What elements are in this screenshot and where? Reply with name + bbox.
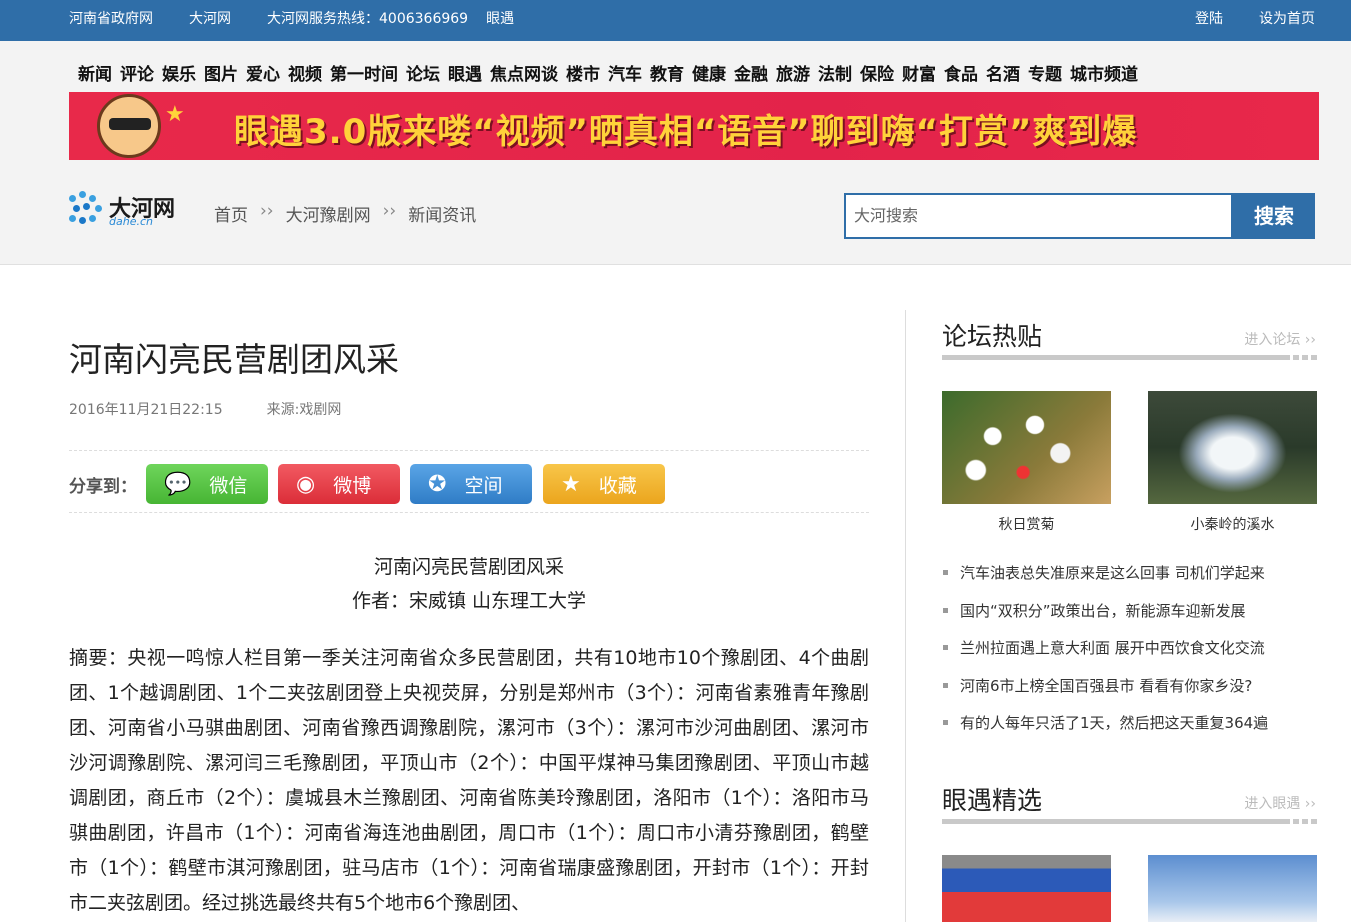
nav-item[interactable]: 娱乐 <box>162 60 196 85</box>
thumb-autumn-chrysanthemum[interactable] <box>942 391 1111 504</box>
yanyu-more-link[interactable]: 进入眼遇 ›› <box>1244 793 1316 813</box>
nav-item[interactable]: 保险 <box>860 60 894 85</box>
main-nav: 新闻 评论 娱乐 图片 爱心 视频 第一时间 论坛 眼遇 焦点网谈 楼市 汽车 教育 健康 金融 旅游 法制 保险… <box>78 60 1146 85</box>
breadcrumb-news[interactable]: 新闻资讯 <box>408 201 476 226</box>
list-item[interactable]: 汽车油表总失准原来是这么回事 司机们学起来 <box>942 560 1318 598</box>
nav-item[interactable]: 眼遇 <box>448 60 482 85</box>
thumb-yanyu-sky[interactable] <box>1148 855 1317 922</box>
nav-item[interactable]: 法制 <box>818 60 852 85</box>
list-item[interactable]: 有的人每年只活了1天，然后把这天重复364遍 <box>942 710 1318 748</box>
share-bar: 分享到： 💬 微信 ◉ 微博 ✪ 空间 ★ 收藏 <box>69 450 869 513</box>
share-qzone-button[interactable]: ✪ 空间 <box>410 464 532 504</box>
yanyu-more-label: 进入眼遇 <box>1244 796 1301 812</box>
search-box: 大河搜索 搜索 <box>844 193 1315 239</box>
yanyu-divider <box>942 819 1318 824</box>
star-icon: ★ <box>165 102 185 127</box>
link-dahe[interactable]: 大河网 <box>189 8 231 28</box>
forum-section-title: 论坛热贴 <box>942 322 1043 351</box>
thumb-yanyu-people[interactable] <box>942 855 1111 922</box>
nav-item[interactable]: 金融 <box>734 60 768 85</box>
dahe-logo-icon <box>69 191 105 229</box>
weibo-icon: ◉ <box>296 471 316 497</box>
sidebar: 论坛热贴 进入论坛 ›› 秋日赏菊 小秦岭的溪水 汽车油表总失准原来是这么回事 … <box>942 300 1318 922</box>
nav-item[interactable]: 专题 <box>1028 60 1062 85</box>
top-bar: 河南省政府网 大河网 大河网服务热线：4006366969 眼遇 登陆 设为首页 <box>0 0 1351 41</box>
login-link[interactable]: 登陆 <box>1195 8 1223 28</box>
nav-item[interactable]: 焦点网谈 <box>490 60 558 85</box>
nav-item[interactable]: 教育 <box>650 60 684 85</box>
share-label: 分享到： <box>69 477 137 497</box>
star-icon: ★ <box>561 471 581 497</box>
logo-sub: dahe.cn <box>109 215 153 228</box>
nav-item[interactable]: 爱心 <box>246 60 280 85</box>
set-home-link[interactable]: 设为首页 <box>1259 8 1315 28</box>
wechat-icon: 💬 <box>164 471 192 497</box>
list-item[interactable]: 国内“双积分”政策出台，新能源车迎新发展 <box>942 598 1318 636</box>
qzone-icon: ✪ <box>428 471 447 497</box>
share-weibo-label: 微博 <box>333 474 372 497</box>
nav-item[interactable]: 食品 <box>944 60 978 85</box>
nav-item[interactable]: 财富 <box>902 60 936 85</box>
share-weibo-button[interactable]: ◉ 微博 <box>278 464 400 504</box>
nav-item[interactable]: 城市频道 <box>1070 60 1138 85</box>
article-subtitle: 河南闪亮民营剧团风采 <box>373 556 564 578</box>
nav-item[interactable]: 名酒 <box>986 60 1020 85</box>
nav-item[interactable]: 评论 <box>120 60 154 85</box>
article-author: 作者：宋威镇 山东理工大学 <box>351 590 587 612</box>
nav-item[interactable]: 图片 <box>204 60 238 85</box>
nav-item[interactable]: 汽车 <box>608 60 642 85</box>
site-logo[interactable]: 大河网 dahe.cn <box>69 191 175 229</box>
breadcrumb-home[interactable]: 首页 <box>214 201 248 226</box>
forum-more-label: 进入论坛 <box>1244 332 1301 348</box>
share-favorite-label: 收藏 <box>598 474 637 497</box>
forum-hot-list: 汽车油表总失准原来是这么回事 司机们学起来 国内“双积分”政策出台，新能源车迎新… <box>942 560 1318 748</box>
link-henan-gov[interactable]: 河南省政府网 <box>69 8 153 28</box>
share-wechat-button[interactable]: 💬 微信 <box>146 464 268 504</box>
article-abstract: 摘要：央视一鸣惊人栏目第一季关注河南省众多民营剧团，共有10地市10个豫剧团、4… <box>69 647 869 914</box>
share-wechat-label: 微信 <box>209 474 248 497</box>
forum-more-link[interactable]: 进入论坛 ›› <box>1244 329 1316 349</box>
breadcrumb-yuju[interactable]: 大河豫剧网 <box>286 201 371 226</box>
list-item[interactable]: 河南6市上榜全国百强县市 看看有你家乡没? <box>942 673 1318 711</box>
nav-item[interactable]: 旅游 <box>776 60 810 85</box>
share-qzone-label: 空间 <box>464 474 503 497</box>
nav-item[interactable]: 视频 <box>288 60 322 85</box>
thumb-caption[interactable]: 小秦岭的溪水 <box>1148 514 1317 534</box>
banner-text: 眼遇3.0版来喽“视频”晒真相“语音”聊到嗨“打赏”爽到爆 <box>234 112 1138 152</box>
promo-banner[interactable]: ★ 眼遇3.0版来喽“视频”晒真相“语音”聊到嗨“打赏”爽到爆 <box>69 92 1319 160</box>
article-date: 2016年11月21日22:15 <box>69 402 223 418</box>
list-item[interactable]: 兰州拉面遇上意大利面 展开中西饮食文化交流 <box>942 635 1318 673</box>
nav-item[interactable]: 论坛 <box>406 60 440 85</box>
link-yanyu[interactable]: 眼遇 <box>486 8 514 28</box>
share-favorite-button[interactable]: ★ 收藏 <box>543 464 665 504</box>
nav-item[interactable]: 第一时间 <box>330 60 398 85</box>
breadcrumb-separator: ›› <box>260 201 274 221</box>
article-title: 河南闪亮民营剧团风采 <box>69 340 399 379</box>
search-button[interactable]: 搜索 <box>1233 193 1315 239</box>
forum-divider <box>942 355 1318 360</box>
breadcrumb: 首页 ›› 大河豫剧网 ›› 新闻资讯 <box>214 201 476 226</box>
column-divider <box>905 310 906 922</box>
article-heading-block: 河南闪亮民营剧团风采 作者：宋威镇 山东理工大学 <box>69 550 869 618</box>
thumb-creek[interactable] <box>1148 391 1317 504</box>
chevrons-right-icon: ›› <box>1304 796 1316 812</box>
nav-item[interactable]: 健康 <box>692 60 726 85</box>
chevrons-right-icon: ›› <box>1304 332 1316 348</box>
nav-item[interactable]: 楼市 <box>566 60 600 85</box>
sunglasses-icon <box>109 118 151 130</box>
thumb-caption[interactable]: 秋日赏菊 <box>942 514 1111 534</box>
article-source: 来源:戏剧网 <box>266 402 342 418</box>
hotline-text: 大河网服务热线：4006366969 <box>267 11 469 27</box>
article-meta: 2016年11月21日22:15 来源:戏剧网 <box>69 399 341 419</box>
nav-item[interactable]: 新闻 <box>78 60 112 85</box>
yanyu-section-title: 眼遇精选 <box>942 786 1043 815</box>
search-input[interactable]: 大河搜索 <box>844 193 1233 239</box>
header: 新闻 评论 娱乐 图片 爱心 视频 第一时间 论坛 眼遇 焦点网谈 楼市 汽车 教育 健康 金融 旅游 法制 保险… <box>0 41 1351 265</box>
breadcrumb-separator: ›› <box>382 201 397 221</box>
